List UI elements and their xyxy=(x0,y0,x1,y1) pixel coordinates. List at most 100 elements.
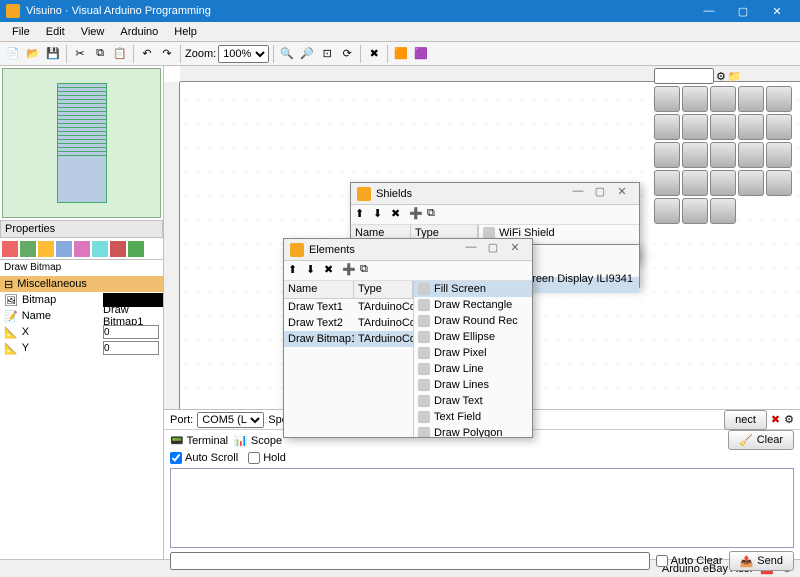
palette-item[interactable] xyxy=(682,114,708,140)
prop-tb-1[interactable] xyxy=(2,241,18,257)
refresh-button[interactable]: ⟳ xyxy=(338,45,356,63)
prop-row-x[interactable]: 📐 X xyxy=(0,324,163,340)
auto-clear-check[interactable]: Auto Clear xyxy=(656,555,723,567)
zoom-in-button[interactable]: 🔍 xyxy=(278,45,296,63)
col-name[interactable]: Name xyxy=(284,281,354,298)
tree-item[interactable]: Draw Pixel xyxy=(414,345,532,361)
tree-item[interactable]: Fill Screen xyxy=(414,281,532,297)
shields-min[interactable]: — xyxy=(567,185,589,203)
elements-close[interactable]: ✕ xyxy=(504,241,526,259)
menu-edit[interactable]: Edit xyxy=(38,24,73,40)
el-tb-2[interactable]: ⬇ xyxy=(306,263,322,279)
menu-view[interactable]: View xyxy=(73,24,113,40)
palette-item[interactable] xyxy=(738,142,764,168)
palette-item[interactable] xyxy=(766,142,792,168)
zoom-out-button[interactable]: 🔎 xyxy=(298,45,316,63)
save-button[interactable]: 💾 xyxy=(44,45,62,63)
terminal-output[interactable] xyxy=(170,468,794,548)
elements-min[interactable]: — xyxy=(460,241,482,259)
menu-help[interactable]: Help xyxy=(166,24,205,40)
tree-item[interactable]: Draw Rectangle xyxy=(414,297,532,313)
tree-item[interactable]: Draw Lines xyxy=(414,377,532,393)
palette-item[interactable] xyxy=(682,142,708,168)
prop-row-y[interactable]: 📐 Y xyxy=(0,340,163,356)
palette-item[interactable] xyxy=(766,170,792,196)
palette-item[interactable] xyxy=(682,198,708,224)
prop-tb-2[interactable] xyxy=(20,241,36,257)
tree-item[interactable]: Draw Text xyxy=(414,393,532,409)
hold-check[interactable]: Hold xyxy=(248,452,286,464)
palette-item[interactable] xyxy=(654,170,680,196)
tool-a-button[interactable]: 🟧 xyxy=(392,45,410,63)
paste-button[interactable]: 📋 xyxy=(111,45,129,63)
palette-search[interactable] xyxy=(654,68,714,84)
clear-button[interactable]: 🧹 Clear xyxy=(728,430,794,450)
palette-item[interactable] xyxy=(682,86,708,112)
prop-tb-3[interactable] xyxy=(38,241,54,257)
palette-item[interactable] xyxy=(738,170,764,196)
elements-row[interactable]: Draw Text1TArduinoColo xyxy=(284,299,413,315)
copy-button[interactable]: ⧉ xyxy=(91,45,109,63)
palette-item[interactable] xyxy=(710,86,736,112)
menu-file[interactable]: File xyxy=(4,24,38,40)
tree-item[interactable]: Draw Line xyxy=(414,361,532,377)
elements-max[interactable]: ▢ xyxy=(482,241,504,259)
shields-tb-1[interactable]: ⬆ xyxy=(355,207,371,223)
elements-row[interactable]: Draw Text2TArduinoColo xyxy=(284,315,413,331)
menu-arduino[interactable]: Arduino xyxy=(112,24,166,40)
prop-tb-6[interactable] xyxy=(92,241,108,257)
close-button[interactable]: ✕ xyxy=(760,0,794,22)
redo-button[interactable]: ↷ xyxy=(158,45,176,63)
undo-button[interactable]: ↶ xyxy=(138,45,156,63)
prop-tb-8[interactable] xyxy=(128,241,144,257)
shields-tb-3[interactable]: ✖ xyxy=(391,207,407,223)
palette-item[interactable] xyxy=(710,114,736,140)
palette-btn-2[interactable]: 📁 xyxy=(728,70,742,83)
palette-item[interactable] xyxy=(766,86,792,112)
zoom-select[interactable]: 100% xyxy=(218,45,269,63)
col-type[interactable]: Type xyxy=(354,281,413,298)
new-button[interactable]: 📄 xyxy=(4,45,22,63)
open-button[interactable]: 📂 xyxy=(24,45,42,63)
shields-tb-5[interactable]: ⧉ xyxy=(427,207,443,223)
connect-button[interactable]: nect xyxy=(724,410,767,430)
maximize-button[interactable]: ▢ xyxy=(726,0,760,22)
el-tb-1[interactable]: ⬆ xyxy=(288,263,304,279)
palette-item[interactable] xyxy=(710,170,736,196)
palette-item[interactable] xyxy=(682,170,708,196)
prop-row-name[interactable]: 📝 Name Draw Bitmap1 xyxy=(0,308,163,324)
palette-item[interactable] xyxy=(738,86,764,112)
palette-item[interactable] xyxy=(766,114,792,140)
prop-tb-7[interactable] xyxy=(110,241,126,257)
el-tb-4[interactable]: ➕ xyxy=(342,263,358,279)
palette-btn-1[interactable]: ⚙ xyxy=(716,70,726,83)
shields-tb-2[interactable]: ⬇ xyxy=(373,207,389,223)
prop-x-input[interactable] xyxy=(103,325,159,339)
shields-tb-4[interactable]: ➕ xyxy=(409,207,425,223)
tree-item[interactable]: Draw Ellipse xyxy=(414,329,532,345)
minimize-button[interactable]: — xyxy=(692,0,726,22)
term-settings-button[interactable]: ⚙ xyxy=(784,413,794,426)
palette-item[interactable] xyxy=(710,142,736,168)
tree-item[interactable]: Draw Polygon xyxy=(414,425,532,437)
auto-scroll-check[interactable]: Auto Scroll xyxy=(170,452,238,464)
tree-item[interactable]: Text Field xyxy=(414,409,532,425)
palette-item[interactable] xyxy=(738,114,764,140)
palette-item[interactable] xyxy=(654,114,680,140)
palette-item[interactable] xyxy=(654,86,680,112)
elements-row[interactable]: Draw Bitmap1TArduinoColo xyxy=(284,331,413,347)
tool-b-button[interactable]: 🟪 xyxy=(412,45,430,63)
palette-item[interactable] xyxy=(654,198,680,224)
tree-item[interactable]: Draw Round Rec xyxy=(414,313,532,329)
delete-button[interactable]: ✖ xyxy=(365,45,383,63)
cut-button[interactable]: ✂ xyxy=(71,45,89,63)
port-select[interactable]: COM5 (L xyxy=(197,412,264,428)
el-tb-5[interactable]: ⧉ xyxy=(360,263,376,279)
terminal-input[interactable] xyxy=(170,552,650,570)
prop-tb-5[interactable] xyxy=(74,241,90,257)
shields-max[interactable]: ▢ xyxy=(589,185,611,203)
prop-y-input[interactable] xyxy=(103,341,159,355)
palette-item[interactable] xyxy=(710,198,736,224)
zoom-fit-button[interactable]: ⊡ xyxy=(318,45,336,63)
prop-group-misc[interactable]: ⊟ Miscellaneous xyxy=(0,276,163,292)
